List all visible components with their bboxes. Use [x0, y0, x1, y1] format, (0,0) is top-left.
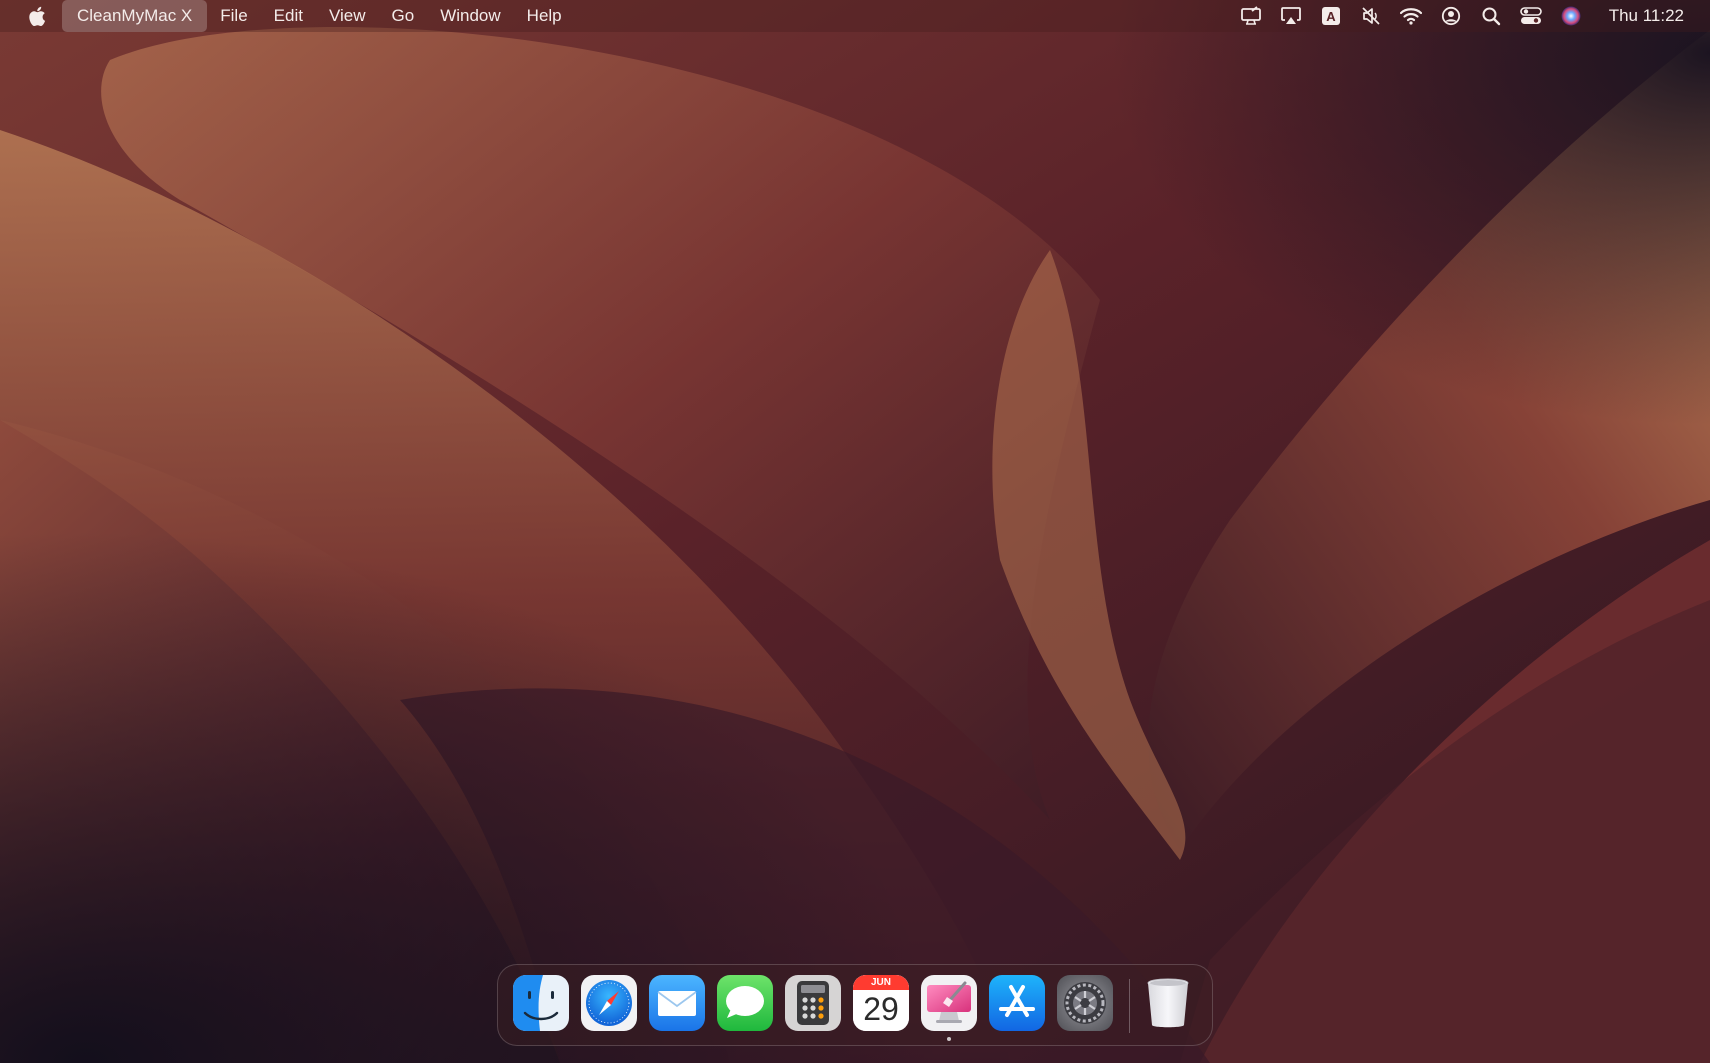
- dock-app-calculator[interactable]: [785, 975, 841, 1031]
- calendar-day: 29: [863, 991, 899, 1027]
- dock-app-calendar[interactable]: JUN 29: [853, 975, 909, 1031]
- system-settings-icon: [1057, 975, 1113, 1031]
- input-source-icon[interactable]: A: [1318, 3, 1344, 29]
- cleanmymac-menu-icon[interactable]: [1238, 3, 1264, 29]
- siri-icon[interactable]: [1558, 3, 1584, 29]
- menu-bar: CleanMyMac X File Edit View Go Window He…: [0, 0, 1710, 32]
- menu-file[interactable]: File: [207, 0, 260, 32]
- mail-icon: [649, 975, 705, 1031]
- user-account-icon[interactable]: [1438, 3, 1464, 29]
- calculator-icon: [785, 975, 841, 1031]
- dock-app-mail[interactable]: [649, 975, 705, 1031]
- app-store-icon: [989, 975, 1045, 1031]
- airplay-icon[interactable]: [1278, 3, 1304, 29]
- menu-window[interactable]: Window: [427, 0, 513, 32]
- dock-app-system-settings[interactable]: [1057, 975, 1113, 1031]
- wifi-icon[interactable]: [1398, 3, 1424, 29]
- dock-app-messages[interactable]: [717, 975, 773, 1031]
- dock-app-app-store[interactable]: [989, 975, 1045, 1031]
- menu-view[interactable]: View: [316, 0, 379, 32]
- menu-edit[interactable]: Edit: [261, 0, 316, 32]
- desktop-wallpaper: [0, 0, 1710, 1063]
- dock: JUN 29: [497, 964, 1213, 1046]
- spotlight-search-icon[interactable]: [1478, 3, 1504, 29]
- dock-app-finder[interactable]: [513, 975, 569, 1031]
- menu-go[interactable]: Go: [379, 0, 428, 32]
- finder-icon: [513, 975, 569, 1031]
- safari-icon: [581, 975, 637, 1031]
- dock-divider: [1129, 979, 1130, 1033]
- speaker-muted-icon[interactable]: [1358, 3, 1384, 29]
- cleanmymac-running-indicator: [947, 1037, 951, 1041]
- menu-help[interactable]: Help: [514, 0, 575, 32]
- calendar-month: JUN: [870, 977, 891, 988]
- dock-app-trash[interactable]: [1140, 975, 1196, 1031]
- menu-bar-status-area: A Thu 11:22: [1231, 0, 1710, 32]
- dock-app-cleanmymac[interactable]: [921, 975, 977, 1031]
- apple-logo-icon[interactable]: [26, 3, 48, 29]
- dock-app-safari[interactable]: [581, 975, 637, 1031]
- desktop[interactable]: CleanMyMac X File Edit View Go Window He…: [0, 0, 1710, 1063]
- trash-icon: [1147, 978, 1189, 1028]
- control-center-icon[interactable]: [1518, 3, 1544, 29]
- messages-icon: [717, 975, 773, 1031]
- cleanmymac-icon: [921, 975, 977, 1031]
- menu-app-name[interactable]: CleanMyMac X: [62, 0, 208, 32]
- menu-bar-left: CleanMyMac X File Edit View Go Window He…: [0, 0, 575, 32]
- input-source-label: A: [1326, 9, 1336, 24]
- menu-bar-clock[interactable]: Thu 11:22: [1609, 6, 1684, 26]
